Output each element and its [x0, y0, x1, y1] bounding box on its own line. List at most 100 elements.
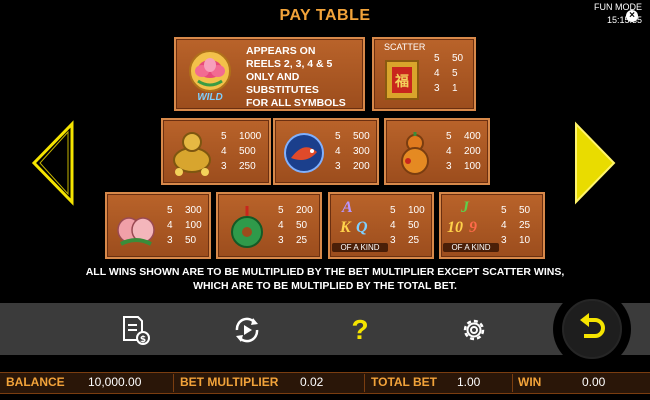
- divider: [512, 374, 513, 392]
- letter-10: 10: [447, 219, 463, 236]
- pay-count: 5: [278, 205, 284, 216]
- pay-count: 3: [390, 235, 396, 246]
- scatter-tile: SCATTER 福 5 50 45 31: [372, 37, 476, 111]
- pay-value: 300: [185, 205, 202, 216]
- letter-k: K: [340, 219, 351, 236]
- divider: [364, 374, 365, 392]
- balance-field: BALANCE 10,000.00: [6, 375, 141, 389]
- win-label: WIN: [518, 375, 542, 389]
- back-icon: [575, 310, 609, 349]
- koi-tile: 5 500 4 300 3 200: [273, 118, 379, 185]
- pay-row: 5 1000: [221, 129, 261, 144]
- note-line-1: ALL WINS SHOWN ARE TO BE MULTIPLIED BY T…: [85, 266, 565, 278]
- pay-value: 25: [408, 235, 420, 246]
- pay-row: 31: [434, 81, 463, 96]
- letter-a: A: [342, 199, 353, 216]
- pay-value: 50: [296, 220, 308, 231]
- pay-row: 4 100: [167, 218, 202, 233]
- peach-tile: 5 300 4 100 3 50: [105, 192, 211, 259]
- pay-value: 1000: [239, 131, 262, 142]
- pay-count: 3: [167, 235, 173, 246]
- pay-count: 4: [434, 68, 440, 79]
- pay-count: 3: [446, 161, 452, 172]
- pay-value: 250: [239, 161, 256, 172]
- svg-text:福: 福: [394, 73, 409, 90]
- back-button[interactable]: [553, 290, 631, 368]
- bet-multiplier-value: 0.02: [300, 375, 324, 389]
- multiplier-note: ALL WINS SHOWN ARE TO BE MULTIPLIED BY T…: [0, 265, 650, 293]
- pay-count: 3: [434, 83, 440, 94]
- pay-value: 50: [185, 235, 197, 246]
- pay-count: 3: [221, 161, 227, 172]
- total-bet-label: TOTAL BET: [371, 375, 437, 389]
- wild-line-4: FOR ALL SYMBOLS: [246, 97, 346, 109]
- pay-value: 50: [452, 53, 464, 64]
- bet-multiplier-label: BET MULTIPLIER: [180, 375, 279, 389]
- peach-icon: [113, 202, 159, 252]
- pay-count: 4: [221, 146, 227, 157]
- pay-row: 4 25: [501, 218, 530, 233]
- pay-count: 5: [434, 53, 440, 64]
- jade-coin-tile: 5 200 4 50 3 25: [216, 192, 322, 259]
- pay-count: 4: [390, 220, 396, 231]
- previous-page-button[interactable]: [30, 120, 76, 206]
- balance-value: 10,000.00: [88, 375, 142, 389]
- help-button[interactable]: ?: [343, 313, 377, 347]
- autoplay-button[interactable]: [230, 313, 264, 347]
- pay-row: 3 250: [221, 159, 261, 174]
- gourd-tile: 5 400 4 200 3 100: [384, 118, 490, 185]
- pay-count: 4: [446, 146, 452, 157]
- pay-count: 3: [501, 235, 507, 246]
- jade-coin-icon: [224, 202, 270, 252]
- gourd-pays: 5 400 4 200 3 100: [446, 129, 481, 174]
- pay-row: 3 50: [167, 233, 202, 248]
- peach-pays: 5 300 4 100 3 50: [167, 203, 202, 248]
- golden-turtle-icon: [169, 128, 215, 178]
- svg-text:$: $: [140, 335, 146, 345]
- pay-count: 5: [501, 205, 507, 216]
- pay-value: 500: [353, 131, 370, 142]
- akq-pays: 5 100 4 50 3 25: [390, 203, 425, 248]
- next-page-button[interactable]: [572, 120, 618, 206]
- pay-row: 3 25: [278, 233, 313, 248]
- pay-count: 4: [335, 146, 341, 157]
- wild-line-3: ONLY AND SUBSTITUTES: [246, 71, 319, 96]
- pay-value: 200: [353, 161, 370, 172]
- turtle-pays: 5 1000 4 500 3 250: [221, 129, 261, 174]
- wild-icon-text: WILD: [197, 92, 223, 103]
- pay-value: 400: [464, 131, 481, 142]
- letter-q: Q: [356, 219, 368, 236]
- jade-coin-pays: 5 200 4 50 3 25: [278, 203, 313, 248]
- pay-row: 5 50: [434, 51, 463, 66]
- pay-count: 4: [167, 220, 173, 231]
- pay-row: 4 200: [446, 144, 481, 159]
- pay-count: 5: [335, 131, 341, 142]
- wild-description: APPEARS ON REELS 2, 3, 4 & 5 ONLY AND SU…: [246, 45, 363, 110]
- pay-value: 100: [408, 205, 425, 216]
- settings-icon: [459, 315, 489, 345]
- wild-line-2: REELS 2, 3, 4 & 5: [246, 58, 333, 70]
- akq-letters: A K Q: [336, 199, 386, 243]
- pay-value: 500: [239, 146, 256, 157]
- pay-row: 5 200: [278, 203, 313, 218]
- pay-value: 200: [296, 205, 313, 216]
- pay-count: 4: [501, 220, 507, 231]
- pay-row: 45: [434, 66, 463, 81]
- akq-tile: A K Q OF A KIND 5 100 4 50 3 25: [328, 192, 434, 259]
- letter-j: J: [461, 199, 469, 216]
- akq-kind-label: OF A KIND: [332, 243, 388, 252]
- close-icon[interactable]: ×: [626, 10, 638, 22]
- pay-value: 5: [452, 68, 458, 79]
- divider: [173, 374, 174, 392]
- pay-row: 4 300: [335, 144, 370, 159]
- j109-letters: J 10 9: [447, 199, 497, 243]
- pay-row: 3 100: [446, 159, 481, 174]
- win-value: 0.00: [582, 375, 606, 389]
- pay-value: 50: [408, 220, 420, 231]
- pay-count: 4: [278, 220, 284, 231]
- pay-value: 25: [519, 220, 531, 231]
- paytable-button[interactable]: $: [118, 313, 152, 347]
- turtle-tile: 5 1000 4 500 3 250: [161, 118, 271, 185]
- settings-button[interactable]: [457, 313, 491, 347]
- pay-value: 10: [519, 235, 531, 246]
